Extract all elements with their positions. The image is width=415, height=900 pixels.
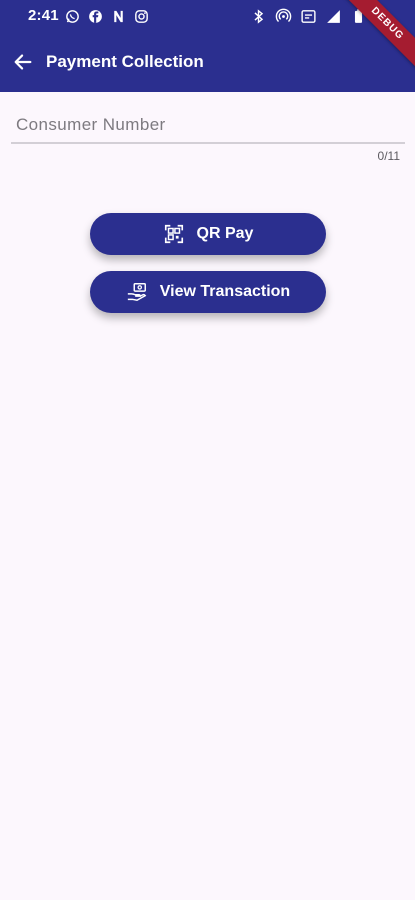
header: 2:41 DEBUG Payment Collection (0, 0, 415, 92)
character-counter: 0/11 (377, 149, 400, 163)
status-time: 2:41 (28, 7, 59, 24)
hand-money-icon (127, 283, 147, 302)
qr-pay-button[interactable]: QR Pay (90, 213, 326, 255)
hotspot-icon (275, 8, 292, 22)
whatsapp-icon (66, 9, 79, 23)
page-title: Payment Collection (46, 52, 204, 71)
data-icon (301, 9, 316, 23)
instagram-icon (135, 9, 148, 23)
facebook-icon (89, 9, 102, 23)
qr-scan-icon (164, 224, 183, 244)
bluetooth-icon (254, 8, 264, 24)
app-bar: Payment Collection (0, 40, 415, 84)
consumer-number-input[interactable] (11, 108, 405, 144)
notification-icons (64, 7, 150, 25)
view-transaction-label: View Transaction (159, 283, 291, 300)
view-transaction-button[interactable]: View Transaction (90, 271, 326, 313)
qr-pay-label: QR Pay (196, 225, 254, 242)
back-button[interactable] (0, 40, 46, 84)
n-app-icon (114, 10, 123, 22)
arrow-left-icon (14, 54, 32, 70)
consumer-number-field-wrap: 0/11 (11, 108, 405, 163)
system-icons (250, 7, 367, 25)
signal-icon (327, 9, 340, 23)
